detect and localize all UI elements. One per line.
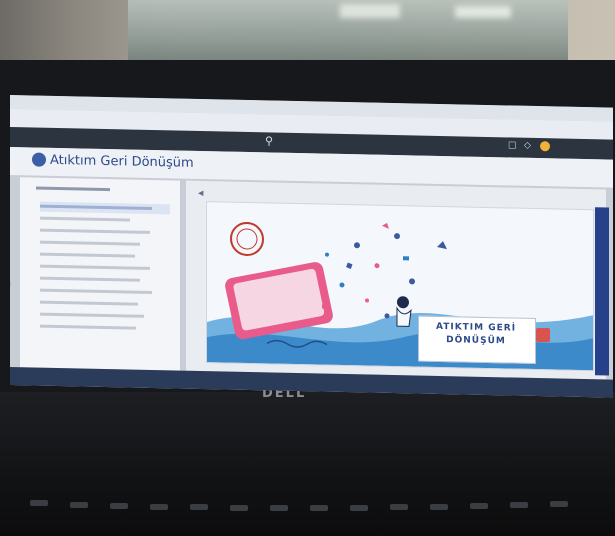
keyboard-key <box>30 500 48 506</box>
avatar[interactable] <box>540 141 550 152</box>
keyboard-key <box>270 505 288 511</box>
keyboard-key <box>430 504 448 510</box>
next-icon[interactable] <box>536 328 550 342</box>
keyboard-key <box>190 504 208 510</box>
keyboard-key <box>510 502 528 508</box>
calendar-icon[interactable]: □ <box>508 140 517 150</box>
keyboard-key <box>310 505 328 511</box>
laptop-screen: ⚲ □ ◇ Atıktım Geri Dönüşüm ‹ ◀ <box>10 95 613 398</box>
chevron-left-icon[interactable]: ‹ <box>10 280 12 290</box>
keyboard-key <box>150 504 168 510</box>
ceiling-light <box>455 6 511 18</box>
scrollbar[interactable] <box>595 207 609 376</box>
bell-icon[interactable]: ◇ <box>524 141 531 151</box>
laptop-keyboard-deck <box>0 392 615 536</box>
search-icon[interactable]: ⚲ <box>265 134 273 147</box>
chevron-left-icon[interactable]: ◀ <box>198 189 203 197</box>
keyboard-key <box>550 501 568 507</box>
course-icon <box>32 152 46 167</box>
keyboard-key <box>470 503 488 509</box>
keyboard-key <box>230 505 248 511</box>
keyboard-key <box>350 505 368 511</box>
keyboard-key <box>70 502 88 508</box>
ceiling-light <box>340 4 400 18</box>
keyboard-key <box>390 504 408 510</box>
course-title: Atıktım Geri Dönüşüm <box>50 152 194 171</box>
keyboard-key <box>110 503 128 509</box>
